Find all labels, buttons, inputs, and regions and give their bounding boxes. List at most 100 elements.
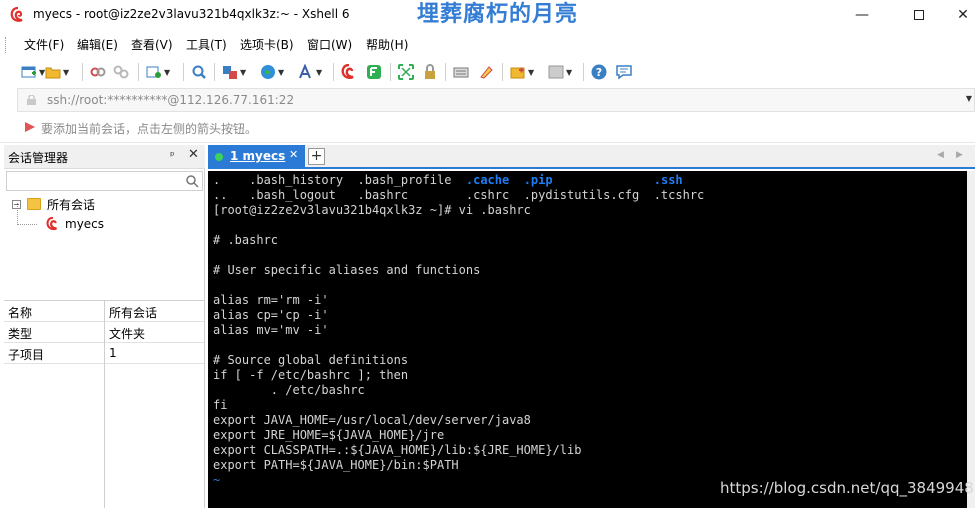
column-divider[interactable] [104, 300, 105, 508]
tab-scroll-left-icon[interactable]: ◀ [937, 150, 944, 160]
tab-strip: 1 myecs ✕ + ◀ ▶ [208, 145, 975, 169]
maximize-button[interactable] [896, 0, 942, 30]
tile-button[interactable]: ▼ [548, 62, 572, 82]
chevron-down-icon: ▼ [316, 67, 323, 77]
chevron-down-icon: ▼ [278, 67, 285, 77]
toolbar: ▼ ▼ ▼ ▼ ▼ ▼ ▼ ▼ ? [0, 58, 975, 86]
terminal-text: .ssh [653, 173, 683, 187]
collapse-icon[interactable]: − [12, 199, 21, 209]
close-button[interactable]: ✕ [940, 0, 975, 30]
help-icon: ? [591, 64, 607, 80]
pin-icon[interactable]: ᵖ [170, 149, 175, 162]
session-manager-panel: 会话管理器 ᵖ ✕ − 所有会话 myecs 名称 所有会话 类型 文件夹 子项… [4, 145, 205, 508]
panel-close-icon[interactable]: ✕ [188, 147, 199, 162]
chevron-down-icon: ▼ [240, 67, 247, 77]
xftp-icon [367, 65, 381, 79]
tree-item-myecs[interactable]: myecs [46, 215, 104, 233]
toolbar-separator [390, 63, 391, 81]
toolbar-separator [502, 63, 503, 81]
address-field[interactable]: ssh://root:**********@112.126.77.161:22 [47, 93, 294, 107]
open-folder-icon [45, 67, 61, 79]
prop-value: 所有会话 [109, 306, 158, 320]
address-dropdown-icon[interactable]: ▼ [966, 94, 972, 103]
terminal-text: if [ -f /etc/bashrc ]; then [213, 368, 409, 382]
hint-bar: 要添加当前会话，点击左侧的箭头按钮。 [17, 115, 975, 139]
search-icon[interactable] [185, 174, 199, 188]
menu-tools[interactable]: 工具(T) [186, 36, 227, 53]
lock-button[interactable] [422, 62, 438, 82]
toolbar-separator [333, 63, 334, 81]
minimize-button[interactable]: — [839, 0, 885, 30]
menu-file[interactable]: 文件(F) [24, 36, 64, 53]
terminal-text: export JRE_HOME=${JAVA_HOME}/jre [213, 428, 445, 442]
reconnect-button[interactable] [90, 62, 106, 82]
highlight-button[interactable] [478, 62, 494, 82]
layout-icon [510, 67, 525, 79]
terminal-line: # .bashrc [213, 233, 278, 248]
terminal-text: .cache [465, 173, 510, 187]
terminal-text: export PATH=${JAVA_HOME}/bin:$PATH [213, 458, 459, 472]
chevron-down-icon: ▼ [164, 67, 171, 77]
prop-key: 子项目 [8, 348, 45, 362]
xshell-icon [341, 64, 354, 79]
font-button[interactable]: ▼ [298, 62, 322, 82]
menu-view[interactable]: 查看(V) [131, 36, 173, 53]
layout-button[interactable]: ▼ [510, 62, 534, 82]
maximize-icon [914, 10, 924, 20]
terminal-area[interactable]: . .bash_history .bash_profile .cache .pi… [208, 171, 967, 508]
svg-text:?: ? [596, 66, 602, 79]
address-bar[interactable]: ssh://root:**********@112.126.77.161:22 … [17, 88, 975, 112]
panel-title: 会话管理器 [8, 151, 69, 165]
divider [0, 142, 975, 143]
globe-icon [261, 65, 275, 79]
terminal-scrollbar[interactable] [967, 171, 975, 508]
find-button[interactable] [191, 62, 207, 82]
toolbar-separator [445, 63, 446, 81]
font-icon [299, 64, 311, 79]
terminal-text: alias cp='cp -i' [213, 308, 329, 322]
toolbar-separator [82, 63, 83, 81]
chat-icon [616, 65, 632, 80]
properties-button[interactable]: ▼ [146, 62, 170, 82]
tab-scroll-right-icon[interactable]: ▶ [956, 150, 963, 160]
tab-myecs[interactable]: 1 myecs ✕ [208, 145, 305, 169]
terminal-line: ~ [213, 473, 220, 488]
menu-edit[interactable]: 编辑(E) [77, 36, 118, 53]
terminal-text: fi [213, 398, 228, 412]
new-tab-button[interactable]: + [308, 148, 325, 165]
xftp-button[interactable] [366, 62, 382, 82]
menu-window[interactable]: 窗口(W) [307, 36, 352, 53]
globe-button[interactable]: ▼ [260, 62, 284, 82]
open-button[interactable]: ▼ [45, 62, 69, 82]
menu-tabs[interactable]: 选项卡(B) [240, 36, 294, 53]
terminal-line: # Source global definitions [213, 353, 408, 368]
bookmark-arrow-icon[interactable] [24, 121, 36, 133]
keyboard-button[interactable] [453, 62, 469, 82]
terminal-text: # Source global definitions [213, 353, 409, 367]
tab-close-icon[interactable]: ✕ [289, 148, 298, 161]
fullscreen-button[interactable] [398, 62, 414, 82]
toolbar-separator [138, 63, 139, 81]
xshell-button[interactable] [341, 62, 357, 82]
new-session-button[interactable]: ▼ [21, 62, 45, 82]
tree-item-all-sessions[interactable]: − 所有会话 [12, 195, 95, 213]
tab-label: 1 myecs [230, 149, 286, 163]
lock-icon [425, 64, 435, 79]
menu-help[interactable]: 帮助(H) [366, 36, 408, 53]
chat-button[interactable] [616, 62, 632, 82]
overlay-caption: 埋葬腐朽的月亮 [417, 2, 579, 27]
reconnect-icon [90, 67, 106, 77]
prop-value: 1 [109, 346, 117, 360]
session-search-input[interactable] [6, 171, 203, 191]
help-button[interactable]: ? [591, 62, 607, 82]
terminal-line: export JRE_HOME=${JAVA_HOME}/jre [213, 428, 444, 443]
toolbar-separator [214, 63, 215, 81]
transfer-button[interactable]: ▼ [222, 62, 246, 82]
xshell-logo-icon [10, 7, 23, 22]
find-icon [192, 65, 206, 79]
folder-icon [27, 198, 41, 210]
disconnect-button[interactable] [113, 62, 129, 82]
prop-key: 名称 [8, 306, 33, 320]
